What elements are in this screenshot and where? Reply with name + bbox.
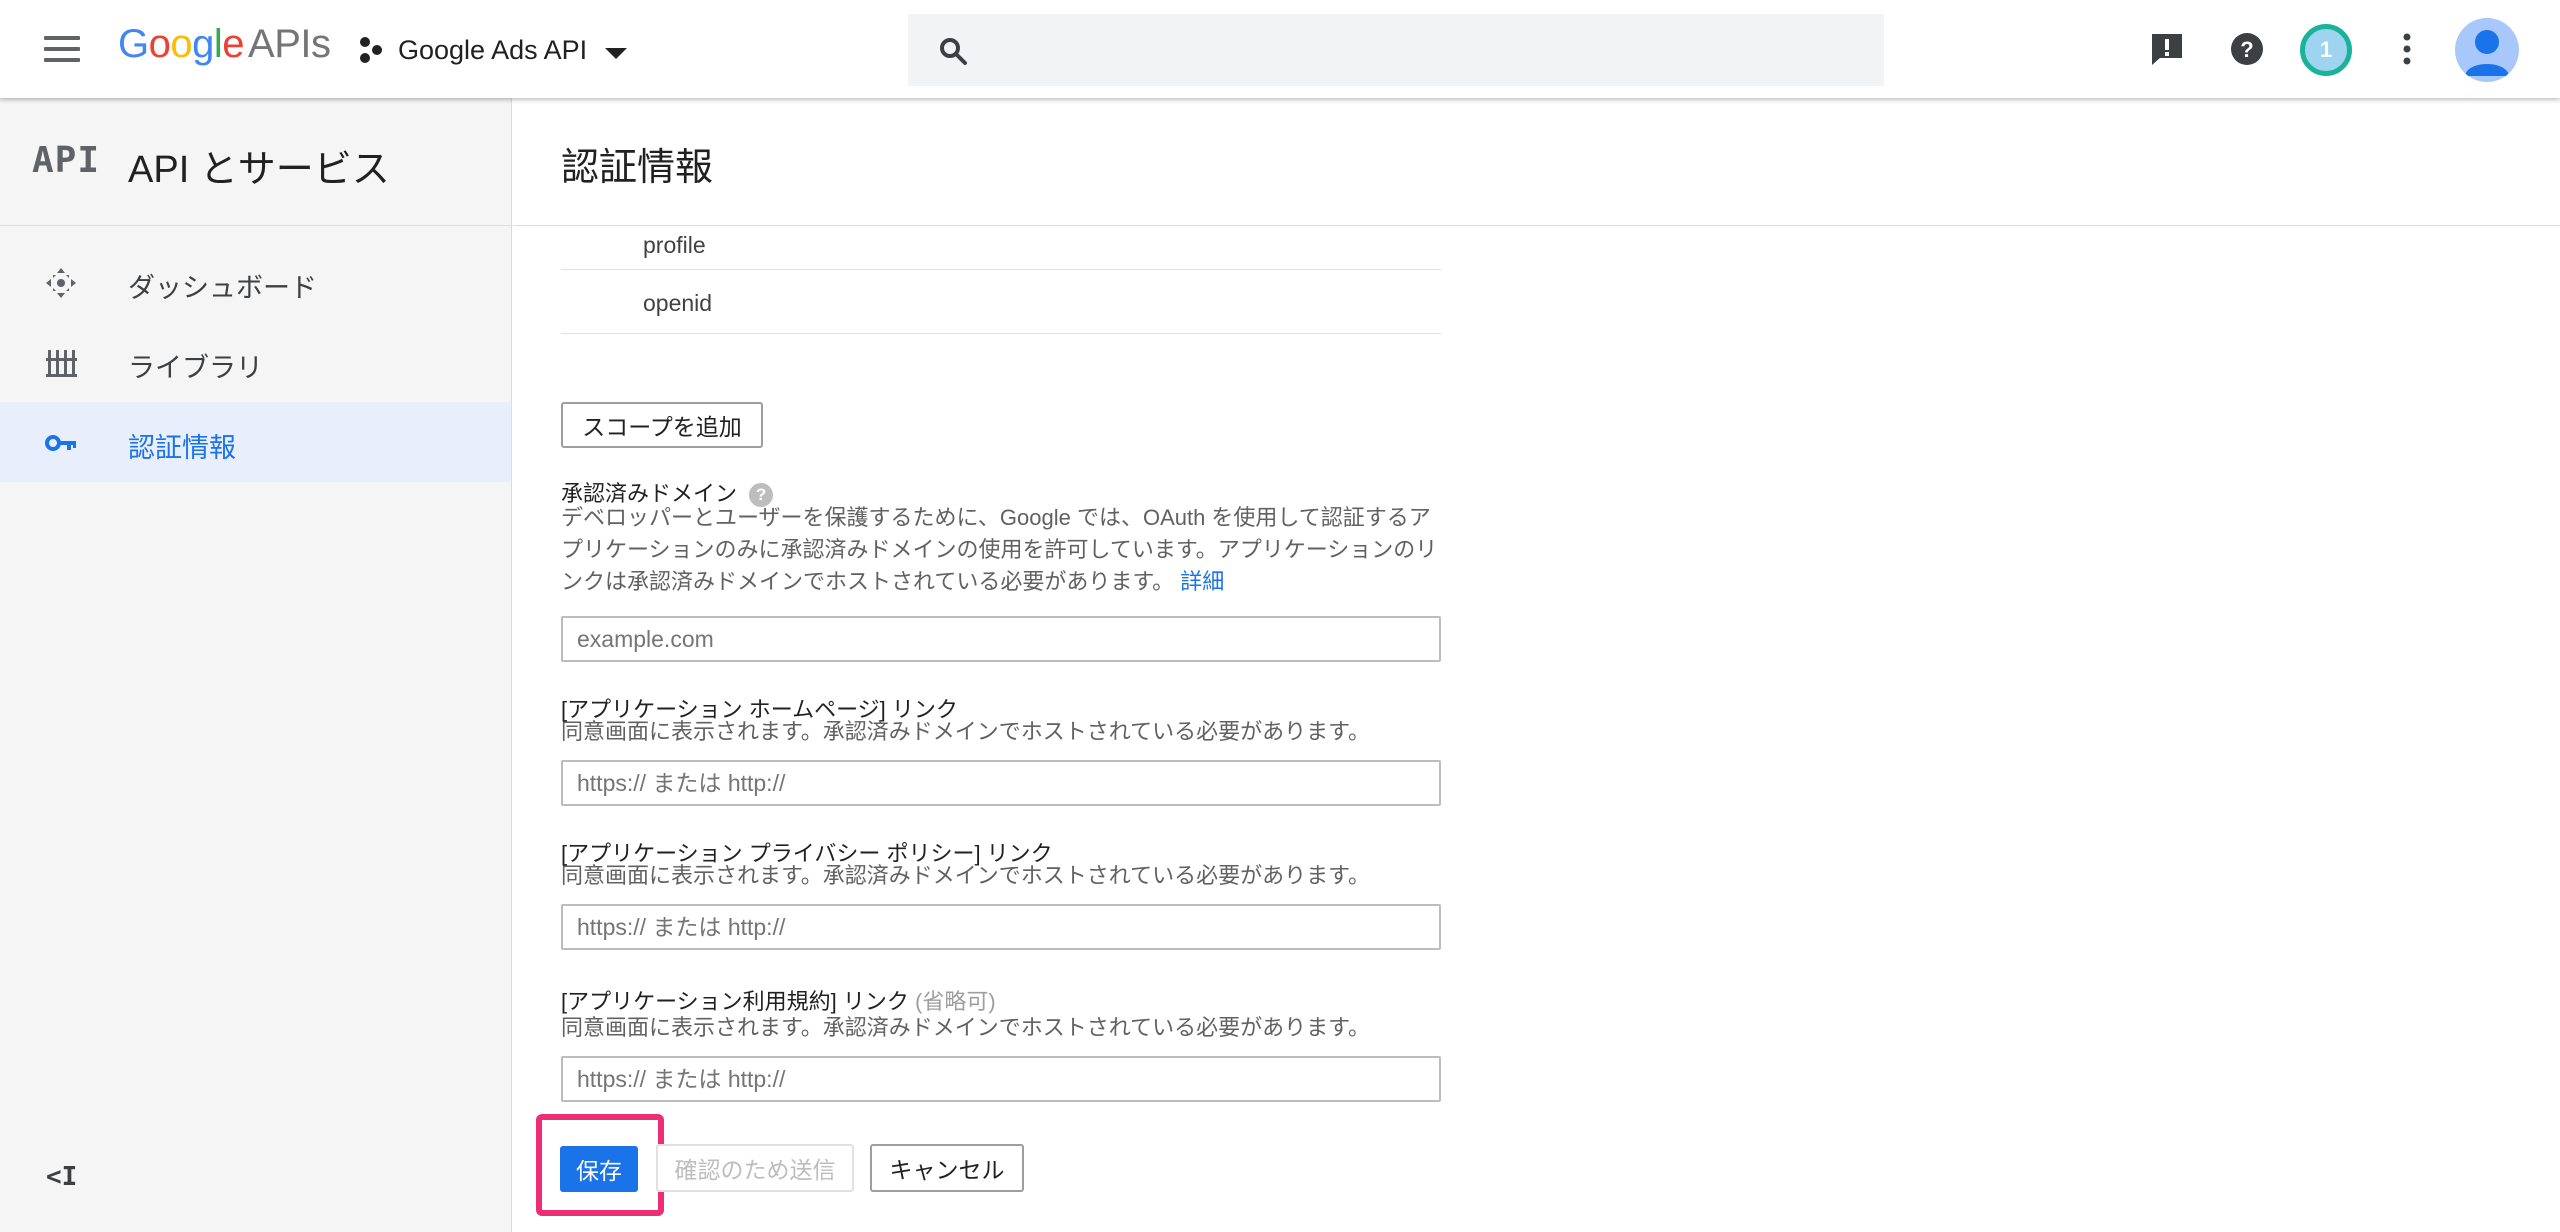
sidebar-item-library[interactable]: ライブラリ <box>0 322 511 402</box>
terms-link-label-text: [アプリケーション利用規約] リンク <box>561 989 909 1014</box>
cancel-button[interactable]: キャンセル <box>870 1144 1024 1192</box>
project-icon <box>360 37 382 63</box>
scope-name: profile <box>643 232 706 258</box>
sidebar-header: API API とサービス <box>0 98 511 226</box>
chevron-down-icon <box>605 47 628 59</box>
api-logo: API <box>32 140 101 181</box>
save-button[interactable]: 保存 <box>560 1146 638 1192</box>
feedback-glyph <box>2152 34 2182 65</box>
add-scope-button[interactable]: スコープを追加 <box>561 402 763 448</box>
google-wordmark: Google <box>118 22 245 66</box>
authorized-domains-description: デベロッパーとユーザーを保護するために、Google では、OAuth を使用し… <box>561 502 1451 598</box>
sidebar-nav: ダッシュボード ライブラリ 認証情報 <box>0 242 511 482</box>
consent-screen-form: profile openid スコープを追加 承認済みドメイン? デベロッパーと… <box>561 226 1441 1232</box>
apis-wordmark: APIs <box>248 22 331 66</box>
scope-row: openid <box>561 270 1441 334</box>
page-title: 認証情報 <box>561 147 714 189</box>
main-content: 認証情報 profile openid スコープを追加 承認済みドメイン? デベ… <box>513 98 2560 1232</box>
sidebar-item-credentials[interactable]: 認証情報 <box>0 402 511 482</box>
privacy-policy-link-description: 同意画面に表示されます。承認済みドメインでホストされている必要があります。 <box>561 863 1370 888</box>
svg-text:?: ? <box>2240 37 2253 62</box>
library-icon <box>46 350 77 377</box>
terms-link-input[interactable] <box>561 1056 1441 1102</box>
dashboard-icon <box>46 268 76 298</box>
submit-for-verification-button[interactable]: 確認のため送信 <box>656 1144 854 1192</box>
sidebar: API API とサービス ダッシュボード ライブラリ 認証情報 <I <box>0 98 512 1232</box>
more-vert-icon[interactable] <box>2384 26 2430 72</box>
sidebar-item-dashboard[interactable]: ダッシュボード <box>0 242 511 322</box>
sidebar-title: API とサービス <box>128 149 390 191</box>
optional-tag: (省略可) <box>915 989 996 1014</box>
homepage-link-input[interactable] <box>561 760 1441 806</box>
scope-row: profile <box>561 226 1441 270</box>
privacy-policy-link-input[interactable] <box>561 904 1441 950</box>
help-glyph: ? <box>2231 33 2263 65</box>
sidebar-item-label: ライブラリ <box>128 353 263 383</box>
authorized-domain-input[interactable] <box>561 616 1441 662</box>
more-vert-glyph <box>2403 33 2411 65</box>
collapse-sidebar-icon[interactable]: <I <box>46 1162 77 1192</box>
project-selector[interactable]: Google Ads API <box>356 28 628 72</box>
avatar[interactable] <box>2455 18 2519 82</box>
search-input[interactable] <box>988 14 1868 86</box>
key-icon <box>45 435 76 451</box>
sidebar-item-label: ダッシュボード <box>128 273 317 303</box>
page-header: 認証情報 <box>513 98 2560 226</box>
user-icon <box>2465 30 2509 76</box>
search-bar[interactable] <box>908 14 1884 86</box>
feedback-icon[interactable] <box>2144 26 2190 72</box>
scope-name: openid <box>643 290 713 316</box>
notification-badge[interactable]: 1 <box>2300 24 2352 76</box>
sidebar-item-label: 認証情報 <box>128 433 236 463</box>
project-name: Google Ads API <box>398 34 588 65</box>
terms-link-description: 同意画面に表示されます。承認済みドメインでホストされている必要があります。 <box>561 1015 1370 1040</box>
homepage-link-description: 同意画面に表示されます。承認済みドメインでホストされている必要があります。 <box>561 719 1370 744</box>
search-icon <box>940 38 967 65</box>
details-link[interactable]: 詳細 <box>1180 569 1224 594</box>
menu-icon[interactable] <box>40 32 86 66</box>
top-app-bar: Google APIs Google Ads API ? 1 <box>0 0 2560 98</box>
google-apis-logo[interactable]: Google APIs <box>118 22 331 67</box>
authorized-domains-description-text: デベロッパーとユーザーを保護するために、Google では、OAuth を使用し… <box>561 505 1438 594</box>
help-icon[interactable]: ? <box>2224 26 2270 72</box>
